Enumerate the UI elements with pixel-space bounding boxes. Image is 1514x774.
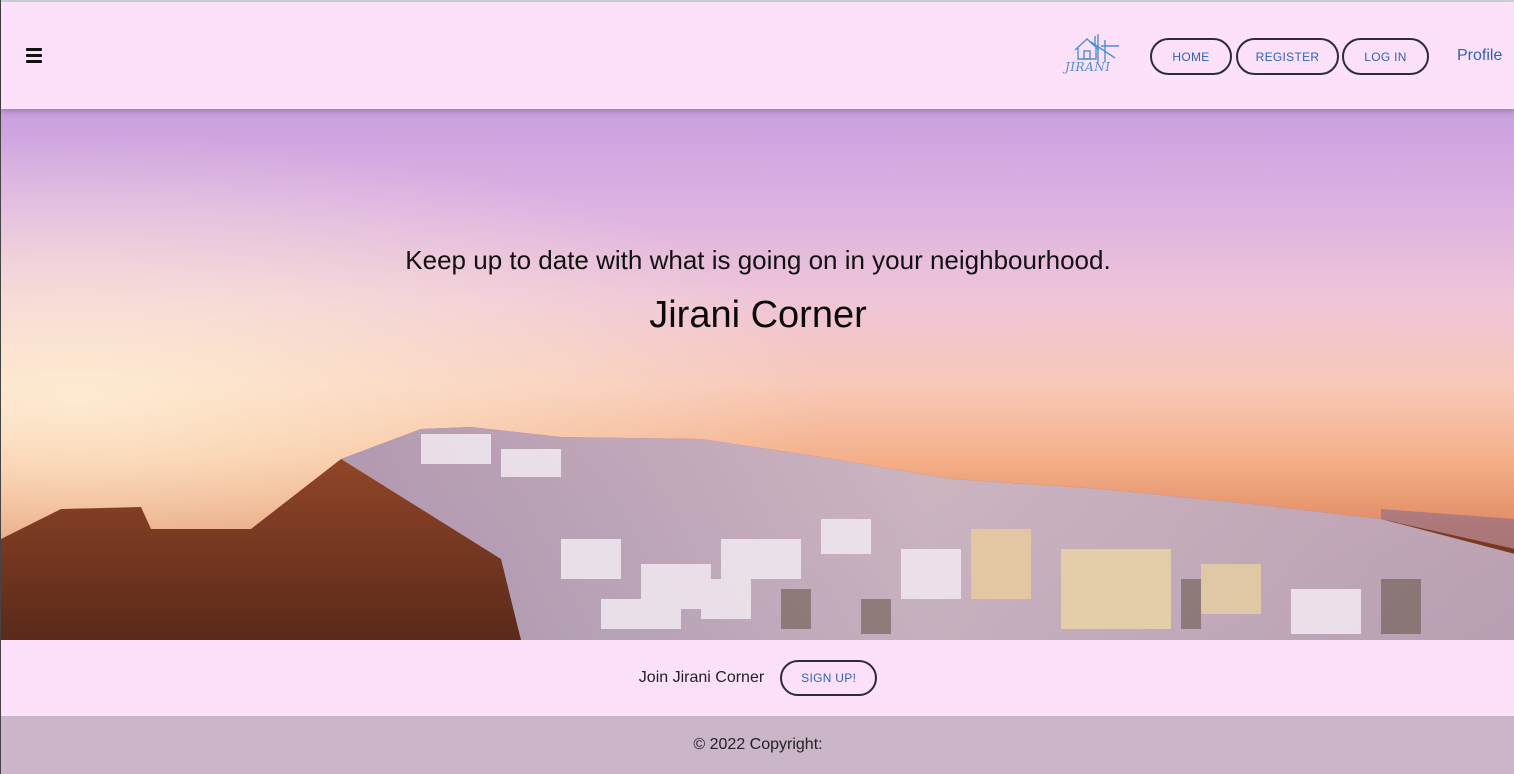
home-button[interactable]: HOME <box>1150 38 1232 75</box>
hero-tagline: Keep up to date with what is going on in… <box>405 245 1111 275</box>
hamburger-menu-icon[interactable] <box>25 46 45 64</box>
hero-banner: Keep up to date with what is going on in… <box>1 109 1514 640</box>
signup-cta: Join Jirani Corner SIGN UP! <box>1 640 1514 716</box>
logo-text: JIRANI <box>1065 60 1111 74</box>
navbar: JIRANI HOME REGISTER LOG IN Profile <box>1 2 1514 109</box>
jirani-logo[interactable]: JIRANI <box>1061 32 1123 78</box>
register-button[interactable]: REGISTER <box>1236 38 1339 75</box>
hero-title: Jirani Corner <box>649 294 867 336</box>
cta-label: Join Jirani Corner <box>638 669 765 686</box>
hero-background-image <box>1 109 1514 640</box>
login-button[interactable]: LOG IN <box>1342 38 1429 75</box>
signup-button[interactable]: SIGN UP! <box>780 660 878 696</box>
copyright-text: © 2022 Copyright: <box>693 736 823 753</box>
profile-link[interactable]: Profile <box>1457 47 1502 65</box>
footer: © 2022 Copyright: <box>1 716 1514 774</box>
